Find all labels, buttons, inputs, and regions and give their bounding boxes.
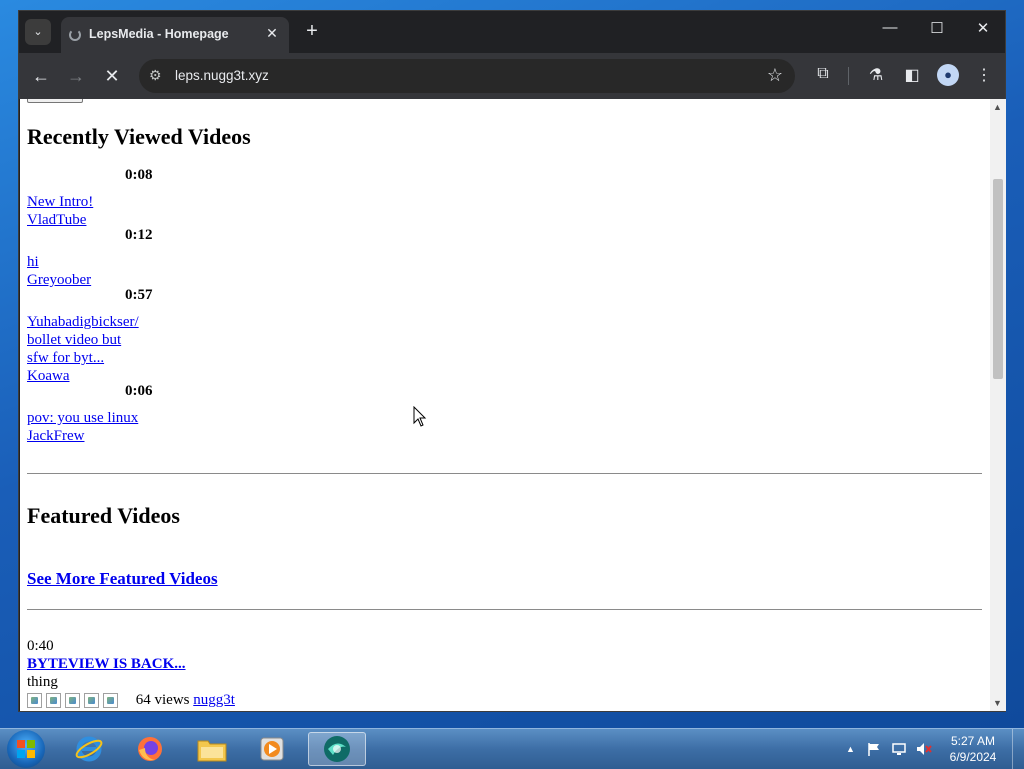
scroll-up-icon[interactable]: ▲ (993, 102, 1002, 112)
star-image-icon (27, 693, 42, 709)
file-explorer-taskbar[interactable] (189, 732, 235, 766)
tab-search-button[interactable]: ⌄ (25, 19, 51, 45)
tray-overflow-icon[interactable]: ▲ (846, 744, 855, 754)
partial-button[interactable] (27, 99, 83, 103)
video-duration: 0:08 (125, 167, 153, 183)
video-duration: 0:57 (125, 287, 153, 303)
action-center-flag-icon[interactable] (866, 741, 882, 757)
scroll-thumb[interactable] (993, 179, 1003, 379)
featured-video-author-link[interactable]: nugg3t (193, 692, 235, 708)
maximize-button[interactable]: ☐ (923, 19, 951, 37)
media-player-taskbar[interactable] (249, 732, 295, 766)
stop-loading-button[interactable]: ✕ (100, 65, 124, 87)
system-clock[interactable]: 5:27 AM 6/9/2024 (940, 733, 1006, 765)
see-more-featured-link[interactable]: See More Featured Videos (27, 569, 218, 589)
star-image-icon (103, 693, 118, 709)
scroll-down-icon[interactable]: ▼ (993, 698, 1002, 708)
loading-spinner-icon (69, 29, 81, 41)
back-button[interactable]: ← (29, 65, 53, 87)
chrome-taskbar[interactable] (308, 732, 366, 766)
featured-video-description: thing (27, 674, 58, 690)
extensions-icon[interactable]: ⧉ (811, 65, 835, 83)
tab-title: LepsMedia - Homepage (89, 27, 229, 41)
video-title-link[interactable]: New Intro! (27, 193, 167, 211)
rating-stars (27, 691, 122, 709)
featured-videos-heading: Featured Videos (27, 503, 180, 528)
tab-strip: ⌄ LepsMedia - Homepage ✕ + — ☐ ✕ (19, 11, 1005, 53)
minimize-button[interactable]: — (876, 19, 904, 36)
address-bar[interactable]: ⚙ leps.nugg3t.xyz ☆ (139, 59, 795, 93)
url-text[interactable]: leps.nugg3t.xyz (175, 68, 269, 83)
browser-app-icon (324, 736, 350, 762)
video-duration: 0:06 (125, 383, 153, 399)
clock-date: 6/9/2024 (949, 750, 997, 764)
volume-muted-icon[interactable] (915, 741, 933, 757)
page-viewport: Recently Viewed Videos 0:08 New Intro! V… (20, 99, 990, 711)
show-desktop-button[interactable] (1012, 729, 1024, 769)
recent-videos-heading: Recently Viewed Videos (27, 124, 251, 149)
internet-explorer-icon (75, 736, 103, 762)
page-scrollbar[interactable]: ▲ ▼ (990, 99, 1006, 711)
new-tab-button[interactable]: + (301, 20, 323, 42)
star-image-icon (84, 693, 99, 709)
featured-video-duration: 0:40 (27, 638, 54, 654)
firefox-icon (138, 737, 162, 761)
section-divider (27, 473, 982, 474)
media-player-icon (260, 737, 284, 761)
site-info-icon[interactable]: ⚙ (149, 67, 162, 84)
tab-active[interactable]: LepsMedia - Homepage ✕ (61, 17, 289, 53)
list-item: New Intro! VladTube (27, 193, 167, 229)
video-title-link[interactable]: Yuhabadigbickser/ (27, 313, 167, 331)
video-duration: 0:12 (125, 227, 153, 243)
browser-menu-icon[interactable]: ⋮ (972, 65, 996, 85)
firefox-taskbar[interactable] (127, 732, 173, 766)
video-title-link[interactable]: bollet video but (27, 331, 167, 349)
browser-toolbar: ← → ✕ ⚙ leps.nugg3t.xyz ☆ ⧉ ⚗ ◧ ● ⋮ (19, 53, 1005, 99)
video-title-link[interactable]: pov: you use linux (27, 409, 167, 427)
folder-icon (197, 740, 227, 762)
featured-video-title-link[interactable]: BYTEVIEW IS BACK... (27, 655, 235, 673)
taskbar: ▲ 5:27 AM 6/9/2024 (0, 728, 1024, 769)
list-item: hi Greyoober (27, 253, 167, 289)
star-image-icon (65, 693, 80, 709)
side-panel-icon[interactable]: ◧ (900, 65, 924, 85)
toolbar-separator (848, 67, 849, 85)
tab-close-icon[interactable]: ✕ (263, 25, 281, 42)
internet-explorer-taskbar[interactable] (66, 732, 112, 766)
featured-video-item: 0:40 BYTEVIEW IS BACK... thing 64 views … (27, 637, 235, 709)
list-item: pov: you use linux JackFrew (27, 409, 167, 445)
browser-window: ⌄ LepsMedia - Homepage ✕ + — ☐ ✕ ← → ✕ ⚙… (18, 10, 1006, 712)
video-title-link[interactable]: sfw for byt... (27, 349, 167, 367)
close-window-button[interactable]: ✕ (969, 19, 997, 37)
profile-avatar-icon[interactable]: ● (937, 64, 959, 86)
video-title-link[interactable]: hi (27, 253, 167, 271)
start-button[interactable] (7, 730, 45, 768)
list-item: Yuhabadigbickser/ bollet video but sfw f… (27, 313, 167, 385)
star-image-icon (46, 693, 61, 709)
view-count: 64 views (135, 692, 190, 708)
windows-logo-icon (17, 740, 35, 758)
bookmark-star-icon[interactable]: ☆ (767, 65, 783, 86)
labs-flask-icon[interactable]: ⚗ (864, 65, 888, 85)
video-author-link[interactable]: JackFrew (27, 427, 167, 445)
section-divider (27, 609, 982, 610)
clock-time: 5:27 AM (950, 734, 996, 748)
network-icon[interactable] (891, 741, 907, 757)
forward-button[interactable]: → (64, 65, 88, 87)
mouse-cursor-icon (413, 406, 427, 427)
